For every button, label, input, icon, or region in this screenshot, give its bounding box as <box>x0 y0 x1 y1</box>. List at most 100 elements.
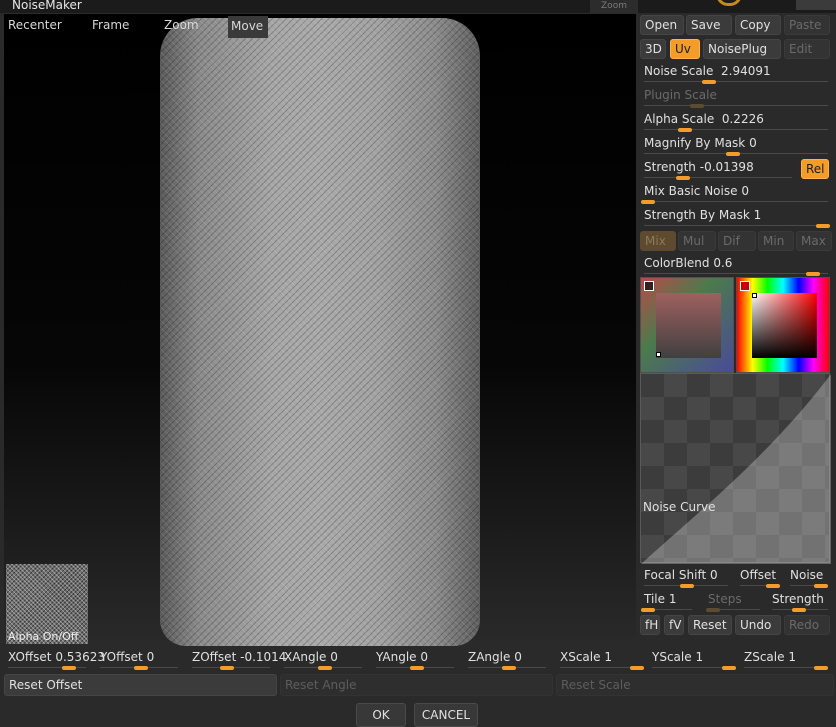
xscale-slider[interactable]: XScale 1 <box>554 648 644 670</box>
edit-button[interactable]: Edit <box>784 39 830 59</box>
xscale-value: 1 <box>604 650 612 664</box>
focal-shift-knob[interactable] <box>680 584 694 588</box>
tile-slider[interactable]: Tile 1 <box>638 590 698 612</box>
strength-by-mask-knob[interactable] <box>816 224 830 228</box>
noise-scale-label: Noise Scale <box>644 64 714 78</box>
curve-redo-button[interactable]: Redo <box>784 615 830 635</box>
yscale-value: 1 <box>695 650 704 664</box>
strength-by-mask-slider[interactable]: Strength By Mask 1 <box>638 206 834 228</box>
strength-by-mask-value: 1 <box>753 208 762 222</box>
preview-viewport[interactable]: Recenter Frame Zoom Move Alpha On/Off <box>4 14 636 646</box>
offset-slider[interactable]: Offset <box>734 566 784 588</box>
yangle-knob[interactable] <box>410 666 424 670</box>
alpha-scale-knob[interactable] <box>678 128 692 132</box>
noise-scale-knob[interactable] <box>702 80 716 84</box>
reset-scale-button[interactable]: Reset Scale <box>556 674 834 696</box>
magnify-by-mask-knob[interactable] <box>726 152 740 156</box>
uv-button[interactable]: Uv <box>670 39 700 59</box>
blend-mul-button[interactable]: Mul <box>678 231 716 251</box>
ok-button[interactable]: OK <box>356 703 406 727</box>
curve-undo-button[interactable]: Undo <box>735 615 781 635</box>
noiseplug-button[interactable]: NoisePlug <box>703 39 781 59</box>
steps-knob[interactable] <box>706 608 720 612</box>
xscale-knob[interactable] <box>630 666 644 670</box>
main-color-picker[interactable] <box>736 277 830 373</box>
blend-dif-button[interactable]: Dif <box>718 231 756 251</box>
zoffset-label: ZOffset <box>192 650 237 664</box>
noise-knob[interactable] <box>814 584 828 588</box>
noise-curve-editor[interactable]: Noise Curve <box>640 373 831 564</box>
zoom-tab[interactable]: Zoom <box>590 0 638 13</box>
strength-label: Strength <box>644 160 696 174</box>
curve-reset-button[interactable]: Reset <box>688 615 732 635</box>
mode-3d-button[interactable]: 3D <box>640 39 666 59</box>
noise-slider[interactable]: Noise <box>784 566 834 588</box>
zscale-knob[interactable] <box>814 666 828 670</box>
xscale-label: XScale <box>560 650 601 664</box>
reset-offset-button[interactable]: Reset Offset <box>4 674 277 696</box>
cancel-button[interactable]: CANCEL <box>414 703 478 727</box>
move-button[interactable]: Move <box>228 16 268 38</box>
offset-knob[interactable] <box>766 584 780 588</box>
yoffset-knob[interactable] <box>134 666 148 670</box>
yscale-slider[interactable]: YScale 1 <box>646 648 736 670</box>
xangle-slider[interactable]: XAngle 0 <box>278 648 368 670</box>
focal-shift-label: Focal Shift <box>644 568 707 582</box>
blend-mix-button[interactable]: Mix <box>640 231 676 251</box>
blend-min-button[interactable]: Min <box>758 231 794 251</box>
plugin-scale-slider[interactable]: Plugin Scale <box>638 86 834 108</box>
mix-basic-noise-slider[interactable]: Mix Basic Noise 0 <box>638 182 834 204</box>
main-color-marker[interactable] <box>752 293 757 298</box>
xangle-label: XAngle <box>284 650 327 664</box>
plugin-scale-knob[interactable] <box>690 104 704 108</box>
magnify-by-mask-slider[interactable]: Magnify By Mask 0 <box>638 134 834 156</box>
strength-knob[interactable] <box>676 176 690 180</box>
color-blend-slider[interactable]: ColorBlend 0.6 <box>638 254 834 276</box>
zangle-slider[interactable]: ZAngle 0 <box>462 648 552 670</box>
alpha-toggle-label: Alpha On/Off <box>8 630 79 643</box>
tile-knob[interactable] <box>641 608 655 612</box>
yoffset-slider[interactable]: YOffset 0 <box>94 648 184 670</box>
yangle-label: YAngle <box>376 650 417 664</box>
frame-button[interactable]: Frame <box>92 18 129 32</box>
flip-vertical-button[interactable]: fV <box>664 615 684 635</box>
secondary-color-marker[interactable] <box>656 352 661 357</box>
copy-button[interactable]: Copy <box>735 15 781 35</box>
preview-mesh[interactable] <box>160 18 480 646</box>
open-button[interactable]: Open <box>640 15 684 35</box>
curve-strength-label: Strength <box>772 592 824 606</box>
xoffset-knob[interactable] <box>62 666 76 670</box>
xoffset-slider[interactable]: XOffset 0.53623 <box>2 648 105 670</box>
yangle-slider[interactable]: YAngle 0 <box>370 648 460 670</box>
color-blend-knob[interactable] <box>806 272 820 276</box>
zscale-slider[interactable]: ZScale 1 <box>738 648 828 670</box>
recenter-button[interactable]: Recenter <box>8 18 62 32</box>
alpha-toggle[interactable]: Alpha On/Off <box>6 564 88 644</box>
focal-shift-slider[interactable]: Focal Shift 0 <box>638 566 734 588</box>
zoom-button[interactable]: Zoom <box>164 18 199 32</box>
flip-horizontal-button[interactable]: fH <box>640 615 660 635</box>
blend-max-button[interactable]: Max <box>796 231 832 251</box>
noise-scale-slider[interactable]: Noise Scale 2.94091 <box>638 62 834 84</box>
yscale-knob[interactable] <box>722 666 736 670</box>
xangle-knob[interactable] <box>318 666 332 670</box>
save-button[interactable]: Save <box>686 15 732 35</box>
color-blend-label: ColorBlend <box>644 256 710 270</box>
curve-strength-knob[interactable] <box>792 608 806 612</box>
noise-settings-panel: Open Save Copy Paste 3D Uv NoisePlug Edi… <box>638 13 836 648</box>
zangle-knob[interactable] <box>502 666 516 670</box>
paste-button[interactable]: Paste <box>784 15 830 35</box>
strength-slider[interactable]: Strength -0.01398 <box>638 158 798 180</box>
curve-strength-slider[interactable]: Strength <box>766 590 834 612</box>
zoffset-slider[interactable]: ZOffset -0.1014 <box>186 648 286 670</box>
yangle-value: 0 <box>420 650 429 664</box>
mix-basic-noise-value: 0 <box>741 184 749 198</box>
secondary-color-picker[interactable] <box>640 277 734 373</box>
zoffset-knob[interactable] <box>220 666 234 670</box>
mix-basic-noise-knob[interactable] <box>641 200 655 204</box>
title-bar-button[interactable] <box>796 0 836 10</box>
rel-button[interactable]: Rel <box>801 159 829 179</box>
steps-slider[interactable]: Steps <box>702 590 766 612</box>
alpha-scale-slider[interactable]: Alpha Scale 0.2226 <box>638 110 834 132</box>
reset-angle-button[interactable]: Reset Angle <box>280 674 553 696</box>
